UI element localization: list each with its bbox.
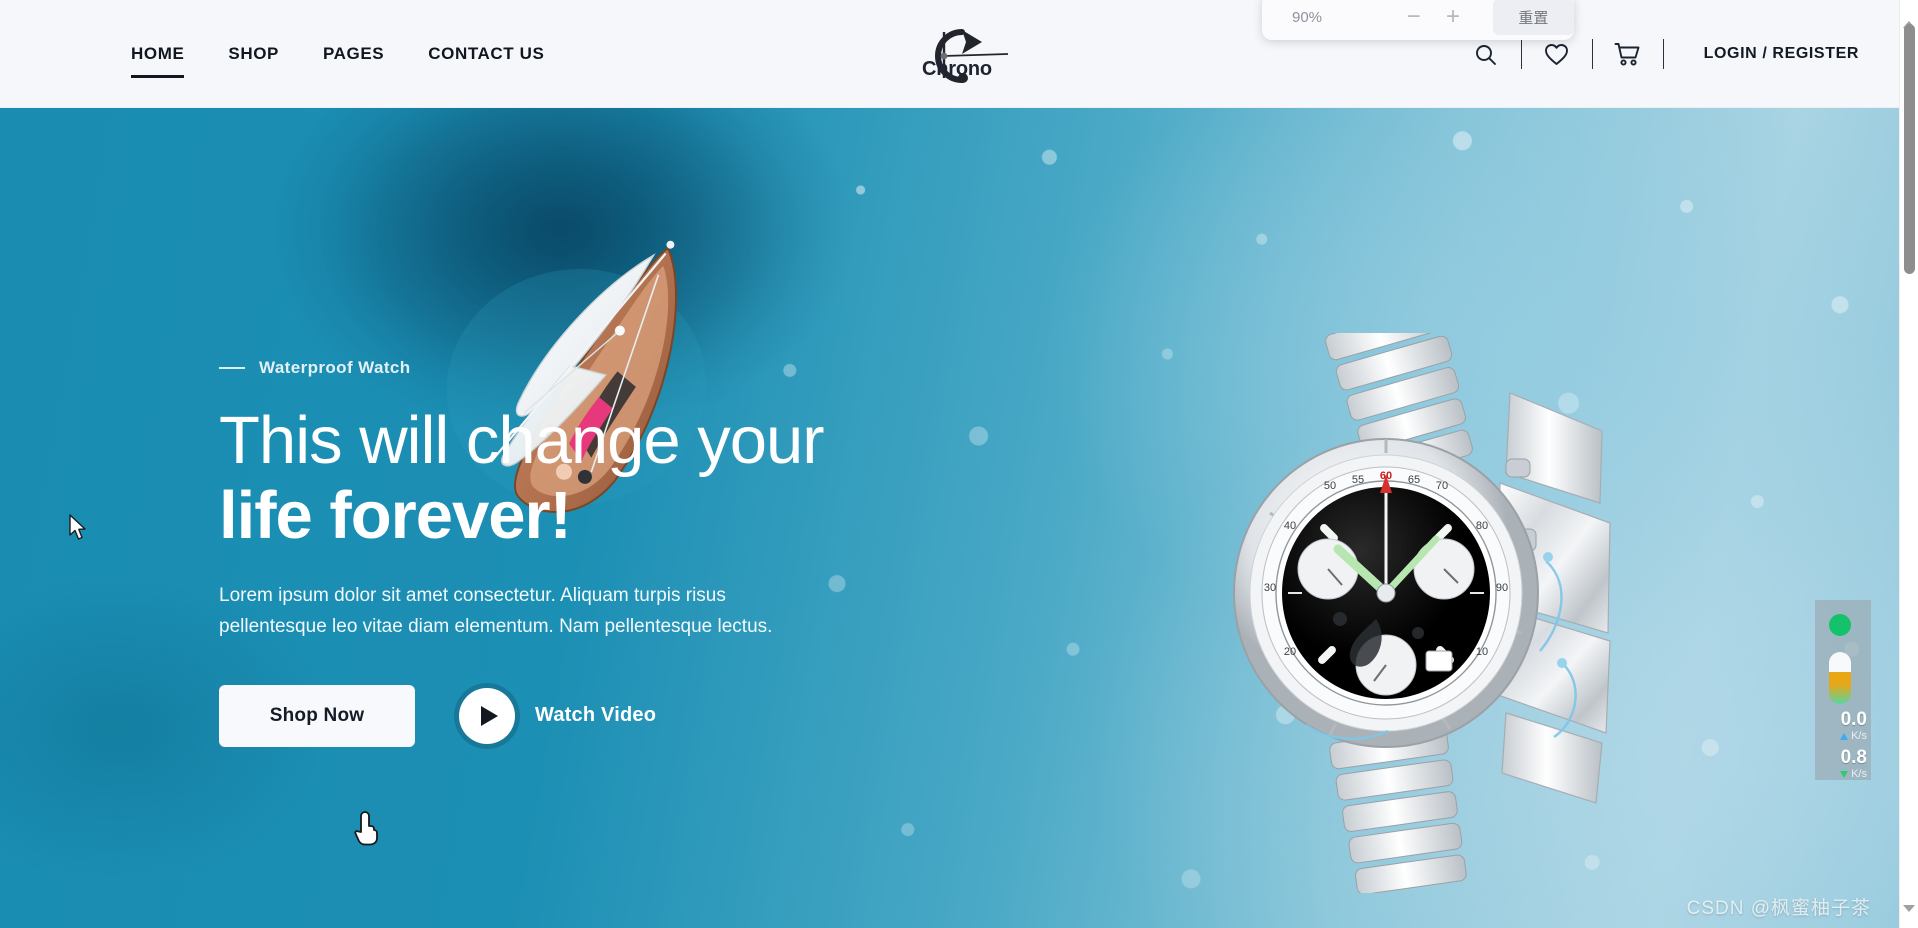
upload-arrow-icon <box>1840 732 1849 740</box>
nav-item-contact-us[interactable]: CONTACT US <box>406 44 566 64</box>
hero-paragraph: Lorem ipsum dolor sit amet consectetur. … <box>219 585 773 638</box>
logo-text: Chrono <box>922 58 992 80</box>
hero-eyebrow: Waterproof Watch <box>219 358 939 378</box>
site-logo[interactable]: Chrono <box>894 22 1024 88</box>
zoom-in-button[interactable]: + <box>1435 0 1470 37</box>
wristwatch-product-image: 60 70 50 80 40 90 30 10 20 65 55 <box>1210 304 1640 895</box>
hero-title-line-2: life forever! <box>219 478 572 554</box>
upload-speed-value: 0.0 <box>1840 709 1867 730</box>
svg-text:65: 65 <box>1408 474 1420 486</box>
nav-item-shop[interactable]: SHOP <box>206 44 301 64</box>
nav-item-home[interactable]: HOME <box>109 44 206 78</box>
svg-text:50: 50 <box>1324 480 1336 492</box>
zoom-out-button[interactable]: − <box>1396 0 1431 37</box>
download-speed-value: 0.8 <box>1840 747 1867 768</box>
scrollbar-thumb[interactable] <box>1904 24 1915 274</box>
upload-speed-unit: K/s <box>1851 730 1867 742</box>
site-header: HOME SHOP PAGES CONTACT US Chrono LOGIN … <box>0 0 1899 108</box>
play-icon[interactable] <box>459 687 515 744</box>
scroll-down-arrow-icon[interactable] <box>1903 905 1916 928</box>
page-scrollbar[interactable] <box>1899 0 1918 928</box>
zoom-level-value: 90% <box>1292 8 1323 26</box>
download-speed-row: 0.8 K/s <box>1815 748 1871 780</box>
svg-text:40: 40 <box>1284 520 1296 532</box>
svg-text:80: 80 <box>1476 520 1488 532</box>
browser-page: 60 70 50 80 40 90 30 10 20 65 55 <box>0 0 1899 928</box>
hero-title-line-1: This will change your <box>219 403 825 478</box>
svg-text:90: 90 <box>1496 582 1508 594</box>
hero-section: 60 70 50 80 40 90 30 10 20 65 55 <box>0 108 1899 928</box>
shop-now-button[interactable]: Shop Now <box>219 684 415 747</box>
login-register-link[interactable]: LOGIN / REGISTER <box>1704 45 1859 63</box>
scroll-up-arrow-icon[interactable] <box>1903 4 1916 28</box>
svg-text:10: 10 <box>1476 646 1488 658</box>
main-navigation: HOME SHOP PAGES CONTACT US <box>109 0 566 108</box>
browser-zoom-popup: 90% − + 重置 <box>1262 0 1575 40</box>
hero-copy: Waterproof Watch This will change your l… <box>219 358 939 747</box>
svg-text:20: 20 <box>1284 646 1296 658</box>
svg-text:70: 70 <box>1436 480 1448 492</box>
hero-cta-group: Shop Now Watch Video <box>219 684 939 747</box>
status-indicator-dot <box>1829 614 1851 636</box>
header-divider-3 <box>1662 39 1664 69</box>
download-arrow-icon <box>1840 770 1849 778</box>
watch-video-button[interactable]: Watch Video <box>459 687 657 744</box>
download-speed-unit: K/s <box>1851 768 1867 780</box>
eyebrow-dash-icon <box>219 367 245 369</box>
header-divider-2 <box>1591 39 1593 69</box>
network-speed-widget: 0.0 K/s 0.8 K/s <box>1815 600 1871 780</box>
hero-eyebrow-label: Waterproof Watch <box>259 358 411 377</box>
header-divider-1 <box>1520 39 1522 69</box>
upload-speed-row: 0.0 K/s <box>1815 710 1871 742</box>
zoom-reset-button[interactable]: 重置 <box>1492 0 1575 35</box>
csdn-watermark: CSDN @枫蜜柚子茶 <box>1686 898 1871 919</box>
memory-gauge-capsule <box>1829 652 1851 704</box>
svg-text:55: 55 <box>1352 474 1364 486</box>
cart-icon[interactable] <box>1607 33 1649 75</box>
nav-item-pages[interactable]: PAGES <box>301 44 406 64</box>
watch-video-label: Watch Video <box>535 704 657 727</box>
svg-text:30: 30 <box>1264 582 1276 594</box>
